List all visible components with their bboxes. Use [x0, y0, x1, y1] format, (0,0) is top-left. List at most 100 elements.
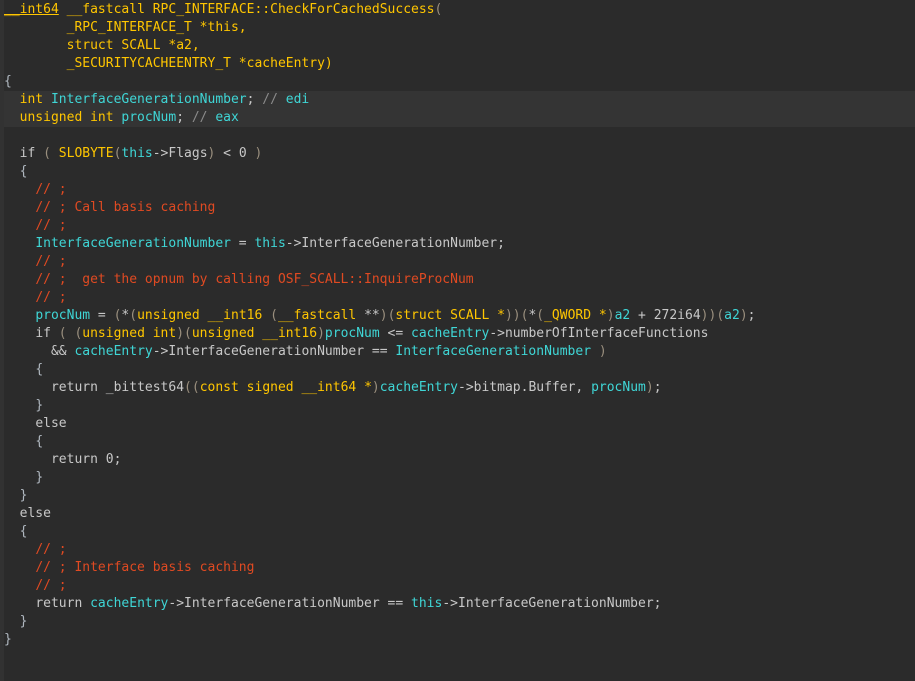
code-token: int [20, 92, 43, 107]
pseudocode-view[interactable]: __int64 __fastcall RPC_INTERFACE::CheckF… [0, 0, 915, 681]
code-line[interactable]: InterfaceGenerationNumber = this->Interf… [0, 235, 915, 253]
code-token [4, 146, 20, 161]
code-token: ->InterfaceGenerationNumber; [442, 596, 661, 611]
code-token [4, 326, 35, 341]
code-token [4, 182, 35, 197]
code-token: a2 [724, 308, 740, 323]
code-line[interactable]: } [0, 613, 915, 631]
code-token: struct SCALL * [395, 308, 505, 323]
code-token [4, 272, 35, 287]
code-line[interactable]: } [0, 397, 915, 415]
code-token: unsigned int [82, 326, 176, 341]
code-line[interactable]: } [0, 469, 915, 487]
code-token: == [364, 344, 395, 359]
code-line[interactable]: // ; [0, 577, 915, 595]
code-token: ->InterfaceGenerationNumber [168, 596, 379, 611]
code-token [4, 236, 35, 251]
code-token: else [20, 506, 51, 521]
code-token: } [35, 398, 43, 413]
code-token [4, 596, 35, 611]
code-token: edi [286, 92, 309, 107]
code-line[interactable]: { [0, 361, 915, 379]
pseudocode-code-area[interactable]: __int64 __fastcall RPC_INTERFACE::CheckF… [0, 0, 915, 649]
code-line[interactable]: if ( (unsigned int)(unsigned __int16)pro… [0, 325, 915, 343]
code-token: { [4, 74, 12, 89]
code-token: ( [536, 308, 544, 323]
code-line[interactable]: struct SCALL *a2, [0, 37, 915, 55]
code-line[interactable]: { [0, 73, 915, 91]
code-token [4, 20, 67, 35]
code-token: _bittest64 [106, 380, 184, 395]
code-token: )) [505, 308, 521, 323]
code-line[interactable]: _SECURITYCACHEENTRY_T *cacheEntry) [0, 55, 915, 73]
code-line[interactable]: return _bittest64((const signed __int64 … [0, 379, 915, 397]
code-line[interactable]: && cacheEntry->InterfaceGenerationNumber… [0, 343, 915, 361]
code-token: _QWORD * [544, 308, 607, 323]
code-token [4, 470, 35, 485]
code-token [4, 488, 20, 503]
code-line[interactable] [0, 127, 915, 145]
code-line[interactable]: // ; [0, 217, 915, 235]
code-line[interactable]: return 0; [0, 451, 915, 469]
code-token [4, 416, 35, 431]
code-line[interactable]: else [0, 505, 915, 523]
code-token: { [35, 362, 43, 377]
code-token: __fastcall [67, 2, 145, 17]
code-token: == [380, 596, 411, 611]
code-line[interactable]: { [0, 433, 915, 451]
code-token: 0 [106, 452, 114, 467]
code-token [4, 254, 35, 269]
code-token: ** [356, 308, 379, 323]
code-line[interactable]: { [0, 163, 915, 181]
code-line[interactable]: { [0, 523, 915, 541]
code-token: // ; [35, 218, 66, 233]
code-token: else [35, 416, 66, 431]
code-token: if [20, 146, 43, 161]
code-token [4, 542, 35, 557]
code-token: ; [114, 452, 122, 467]
code-token: this [411, 596, 442, 611]
code-token: InterfaceGenerationNumber [35, 236, 231, 251]
code-line[interactable]: _RPC_INTERFACE_T *this, [0, 19, 915, 37]
code-token: )) [701, 308, 717, 323]
code-token: __int64 [4, 2, 59, 17]
code-line[interactable]: // ; [0, 181, 915, 199]
code-token: this [254, 236, 285, 251]
code-token: procNum [325, 326, 380, 341]
code-line[interactable]: // ; get the opnum by calling OSF_SCALL:… [0, 271, 915, 289]
code-line[interactable]: } [0, 631, 915, 649]
code-token: _RPC_INTERFACE_T *this, [67, 20, 247, 35]
code-line[interactable]: int InterfaceGenerationNumber; // edi [0, 91, 915, 109]
code-line[interactable]: if ( SLOBYTE(this->Flags) < 0 ) [0, 145, 915, 163]
code-token: struct SCALL *a2, [67, 38, 200, 53]
code-token: unsigned __int16 [137, 308, 270, 323]
code-token [4, 614, 20, 629]
code-line[interactable]: __int64 __fastcall RPC_INTERFACE::CheckF… [0, 1, 915, 19]
code-line[interactable]: else [0, 415, 915, 433]
code-token [4, 290, 35, 305]
code-line[interactable]: // ; [0, 253, 915, 271]
code-token: = [231, 236, 254, 251]
code-token: (( [184, 380, 200, 395]
code-line[interactable]: return cacheEntry->InterfaceGenerationNu… [0, 595, 915, 613]
code-token [4, 92, 20, 107]
code-token: } [20, 488, 28, 503]
code-token [4, 434, 35, 449]
code-line[interactable]: unsigned int procNum; // eax [0, 109, 915, 127]
code-token: <= [380, 326, 411, 341]
code-token: < [215, 146, 238, 161]
code-token: // ; Call basis caching [35, 200, 215, 215]
code-line[interactable]: // ; Call basis caching [0, 199, 915, 217]
code-token: ( [184, 326, 192, 341]
code-token [4, 110, 20, 125]
code-line[interactable]: } [0, 487, 915, 505]
code-token: ; [654, 380, 662, 395]
code-token: eax [215, 110, 238, 125]
code-line[interactable]: // ; [0, 541, 915, 559]
code-line[interactable]: // ; [0, 289, 915, 307]
code-token: // ; [35, 290, 66, 305]
code-line[interactable]: procNum = (*(unsigned __int16 (__fastcal… [0, 307, 915, 325]
code-token [4, 380, 51, 395]
code-line[interactable]: // ; Interface basis caching [0, 559, 915, 577]
code-token: { [20, 524, 28, 539]
